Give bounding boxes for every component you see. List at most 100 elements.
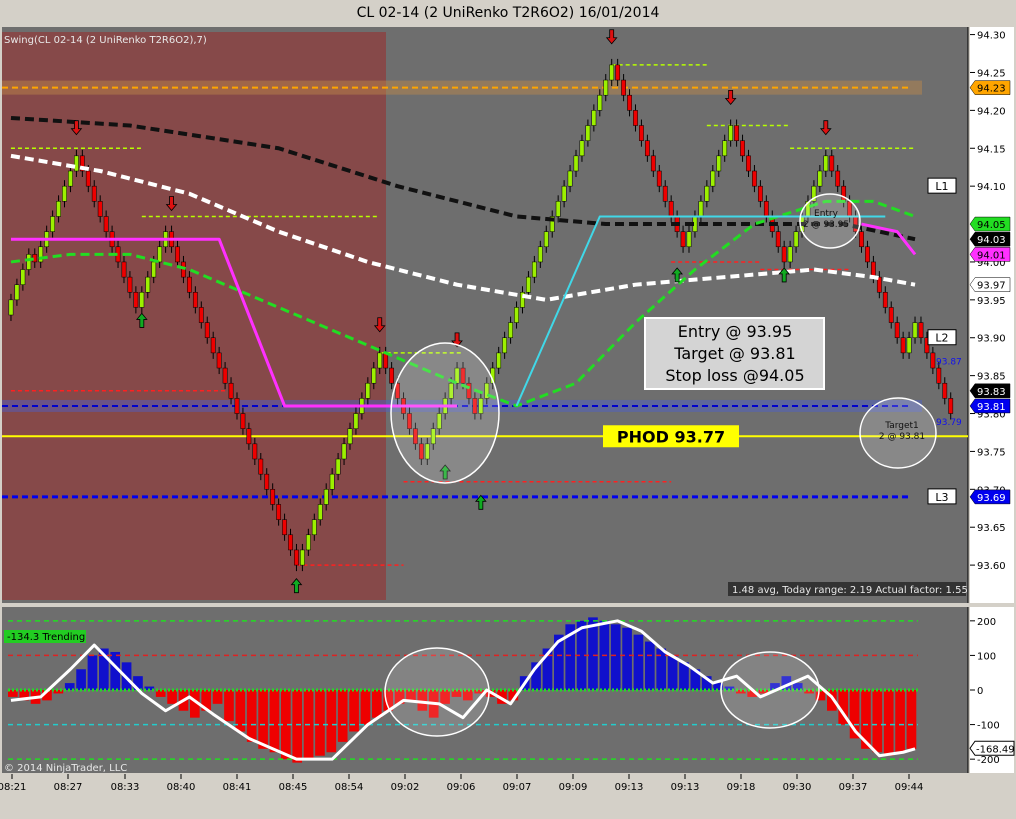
histogram-bar (645, 641, 655, 690)
renko-bar (216, 352, 222, 369)
renko-bar (942, 382, 948, 399)
price-tick-label: 93.95 (977, 296, 1006, 307)
renko-bar (294, 549, 299, 566)
entry-marker-text: 2 @ 93.95 (803, 220, 849, 230)
renko-bar (650, 155, 656, 172)
osc-circle-1 (720, 651, 820, 729)
renko-bar (906, 337, 912, 354)
renko-bar (151, 261, 157, 278)
renko-bar (900, 337, 906, 354)
renko-bar (62, 185, 67, 202)
price-tick-label: 93.65 (977, 523, 1006, 534)
histogram-bar (246, 690, 257, 742)
level-label: L2 (935, 332, 948, 345)
renko-bar (282, 519, 287, 536)
renko-bar (508, 322, 513, 338)
renko-bar (187, 276, 192, 293)
renko-bar (514, 307, 519, 323)
renko-bar (264, 473, 270, 490)
renko-bar (918, 322, 924, 338)
renko-bar (145, 276, 151, 293)
renko-bar (329, 473, 335, 490)
osc-tick-label: 0 (977, 686, 983, 697)
renko-bar (633, 110, 638, 126)
price-marker-label: 93.69 (977, 493, 1006, 504)
renko-bar (50, 216, 55, 232)
renko-bar (894, 322, 900, 338)
renko-bar (746, 155, 751, 172)
level-label: L3 (935, 491, 948, 504)
renko-bar (597, 94, 603, 111)
price-marker-label: 94.05 (977, 220, 1006, 231)
renko-bar (757, 185, 763, 202)
renko-bar (561, 185, 567, 202)
renko-bar (175, 246, 180, 263)
price-tick-label: 94.25 (977, 68, 1006, 79)
level-93-87: 93.87 (936, 357, 962, 367)
renko-bar (246, 428, 252, 445)
renko-bar (567, 170, 573, 187)
renko-bar (204, 322, 210, 338)
renko-bar (371, 367, 377, 384)
renko-bar (288, 534, 293, 551)
target-marker-text: Target1 (884, 421, 919, 431)
renko-bar (341, 443, 347, 460)
price-marker-label: 93.81 (977, 402, 1006, 413)
time-tick-label: 09:44 (895, 782, 924, 793)
osc-last-value: -168.49 (976, 744, 1015, 755)
renko-bar (531, 261, 537, 278)
time-tick-label: 09:30 (783, 782, 812, 793)
trade-box-line: Stop loss @94.05 (665, 366, 804, 385)
histogram-bar (633, 634, 644, 690)
renko-bar (787, 246, 793, 263)
renko-bar (537, 246, 543, 263)
renko-bar (252, 443, 258, 460)
renko-bar (644, 140, 650, 157)
price-tick-label: 93.60 (977, 561, 1006, 572)
time-tick-label: 09:18 (727, 782, 756, 793)
histogram-bar (87, 655, 98, 690)
osc-tick-label: 100 (977, 651, 996, 662)
renko-bar (222, 367, 228, 384)
histogram-bar (326, 690, 337, 753)
renko-bar (526, 276, 531, 293)
time-tick-label: 08:41 (223, 782, 252, 793)
renko-bar (496, 352, 502, 369)
renko-bar (871, 261, 876, 278)
renko-bar (912, 322, 918, 338)
renko-bar (662, 185, 668, 202)
renko-bar (555, 201, 561, 217)
renko-bar (8, 299, 14, 316)
osc-tick-label: -200 (977, 755, 1000, 766)
histogram-bar (667, 655, 678, 690)
renko-bar (865, 246, 870, 263)
renko-bar (728, 125, 734, 141)
renko-bar (228, 382, 234, 399)
renko-bar (121, 261, 127, 278)
time-tick-label: 08:27 (54, 782, 83, 793)
renko-bar (740, 140, 745, 157)
time-axis (0, 774, 1016, 819)
histogram-bar (360, 690, 371, 725)
renko-bar (734, 125, 739, 141)
renko-bar (20, 269, 26, 285)
time-tick-label: 08:54 (335, 782, 364, 793)
renko-bar (579, 140, 585, 157)
time-tick-label: 08:40 (167, 782, 196, 793)
time-tick-label: 08:45 (279, 782, 308, 793)
osc-circle-0 (384, 647, 490, 737)
renko-bar (317, 504, 323, 520)
renko-bar (240, 413, 246, 429)
chart-canvas: PHOD 93.77 Entry @ 93.95 Target @ 93.81 Sto… (0, 0, 1016, 819)
renko-bar (270, 489, 276, 505)
time-tick-label: 09:13 (615, 782, 644, 793)
renko-bar (192, 292, 198, 308)
renko-bar (353, 413, 359, 429)
renko-bar (383, 352, 389, 369)
histogram-bar (258, 690, 268, 749)
histogram-bar (895, 690, 905, 753)
renko-bar (609, 64, 615, 81)
renko-bar (26, 254, 32, 270)
session-shade (2, 32, 386, 600)
histogram-bar (372, 690, 382, 718)
